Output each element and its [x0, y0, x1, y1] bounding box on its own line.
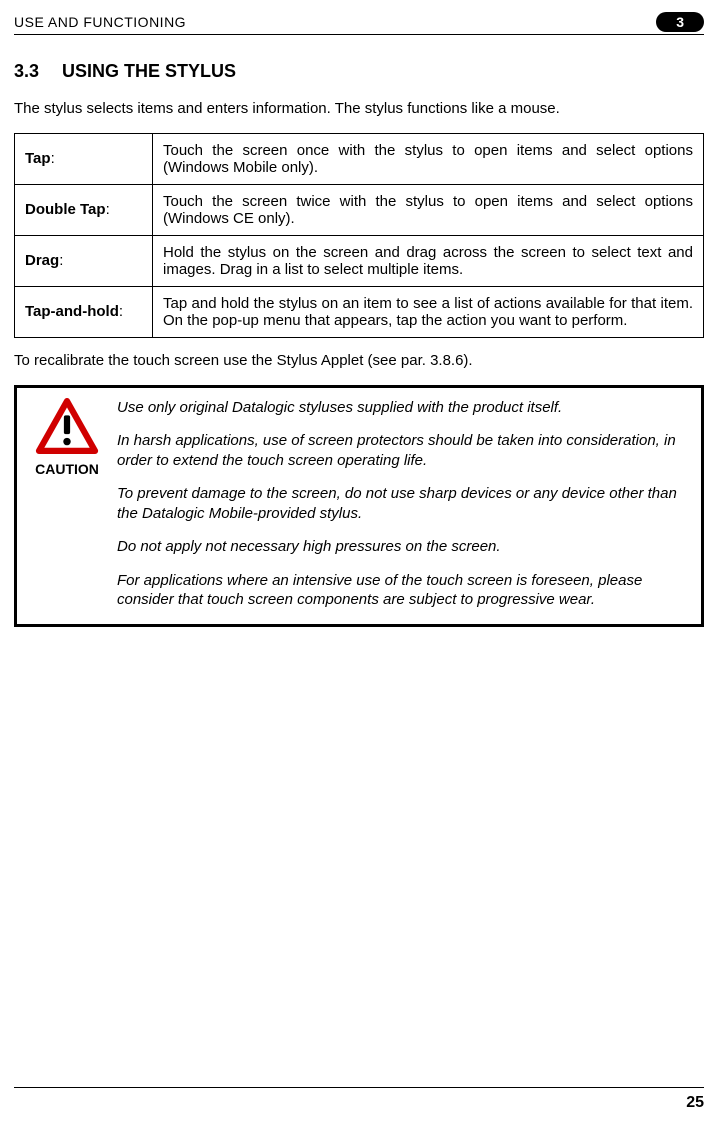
- row-label: Double Tap:: [15, 184, 153, 235]
- row-desc: Touch the screen twice with the stylus t…: [153, 184, 704, 235]
- section-title: USING THE STYLUS: [62, 61, 236, 81]
- table-row: Drag: Hold the stylus on the screen and …: [15, 235, 704, 286]
- caution-text: Use only original Datalogic styluses sup…: [117, 398, 691, 610]
- chapter-badge: 3: [656, 12, 704, 32]
- caution-icon-column: CAUTION: [27, 398, 107, 477]
- section-heading: 3.3 USING THE STYLUS: [14, 61, 704, 82]
- table-row: Double Tap: Touch the screen twice with …: [15, 184, 704, 235]
- table-row: Tap-and-hold: Tap and hold the stylus on…: [15, 286, 704, 337]
- row-desc: Hold the stylus on the screen and drag a…: [153, 235, 704, 286]
- page-footer: 25: [14, 1087, 704, 1112]
- caution-paragraph: For applications where an intensive use …: [117, 571, 691, 610]
- caution-triangle-icon: [35, 398, 99, 454]
- recalibrate-paragraph: To recalibrate the touch screen use the …: [14, 352, 704, 369]
- row-label: Drag:: [15, 235, 153, 286]
- stylus-actions-table: Tap: Touch the screen once with the styl…: [14, 133, 704, 338]
- caution-box: CAUTION Use only original Datalogic styl…: [14, 385, 704, 627]
- header-title: USE AND FUNCTIONING: [14, 14, 186, 30]
- caution-paragraph: To prevent damage to the screen, do not …: [117, 484, 691, 523]
- caution-paragraph: In harsh applications, use of screen pro…: [117, 431, 691, 470]
- row-label: Tap:: [15, 133, 153, 184]
- row-label: Tap-and-hold:: [15, 286, 153, 337]
- footer-rule: [14, 1087, 704, 1088]
- row-desc: Tap and hold the stylus on an item to se…: [153, 286, 704, 337]
- table-row: Tap: Touch the screen once with the styl…: [15, 133, 704, 184]
- caution-label: CAUTION: [27, 461, 107, 477]
- caution-paragraph: Do not apply not necessary high pressure…: [117, 537, 691, 557]
- intro-paragraph: The stylus selects items and enters info…: [14, 100, 704, 119]
- page-header: USE AND FUNCTIONING 3: [14, 12, 704, 34]
- header-rule: [14, 34, 704, 35]
- caution-paragraph: Use only original Datalogic styluses sup…: [117, 398, 691, 418]
- row-desc: Touch the screen once with the stylus to…: [153, 133, 704, 184]
- page-number: 25: [14, 1094, 704, 1112]
- section-number: 3.3: [14, 61, 39, 82]
